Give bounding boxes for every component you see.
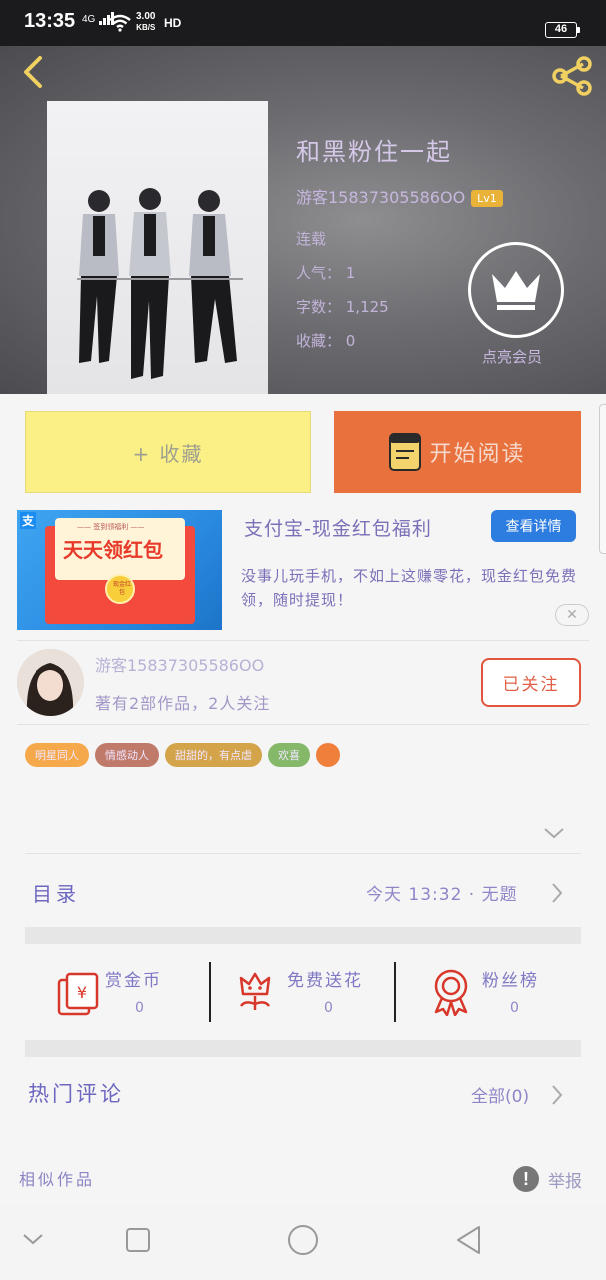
- tag-more-dot[interactable]: [316, 743, 340, 767]
- network-speed-value: 3.00: [136, 11, 156, 22]
- send-flowers-action[interactable]: 免费送花 0: [235, 962, 385, 1022]
- author-stats: 著有2部作品，2人关注: [95, 694, 271, 713]
- battery-icon: 46: [545, 22, 577, 38]
- chevron-right-icon[interactable]: [550, 882, 564, 904]
- start-reading-button[interactable]: 开始阅读: [334, 411, 581, 493]
- chevron-right-icon[interactable]: [550, 1084, 564, 1106]
- red-envelope-icon: ¥: [57, 972, 99, 1016]
- reward-coins-action[interactable]: ¥ 赏金币 0: [55, 962, 195, 1022]
- back-icon[interactable]: [454, 1224, 482, 1256]
- share-icon[interactable]: [549, 56, 595, 96]
- divider: [209, 962, 211, 1022]
- network-type: 4G: [82, 14, 96, 25]
- ad-ribbon: —— 签到领福利 ——: [77, 523, 145, 531]
- book-favorites: 收藏： 0: [296, 332, 356, 350]
- tag-chip[interactable]: 欢喜: [268, 743, 310, 767]
- divider: [394, 962, 396, 1022]
- back-arrow-icon[interactable]: [16, 54, 52, 90]
- reward-coins-label: 赏金币: [105, 971, 162, 991]
- tag-chip[interactable]: 明星同人: [25, 743, 89, 767]
- vip-label[interactable]: 点亮会员: [482, 346, 542, 367]
- follow-button[interactable]: 已关注: [481, 658, 581, 707]
- tag-chip[interactable]: 情感动人: [95, 743, 159, 767]
- start-reading-label: 开始阅读: [429, 442, 526, 467]
- network-speed: 3.00 KB/S: [136, 11, 155, 33]
- wifi-icon: [109, 14, 131, 32]
- award-medal-icon: [434, 969, 468, 1016]
- home-icon[interactable]: [287, 1224, 319, 1256]
- collect-button[interactable]: + 收藏: [25, 411, 311, 493]
- cover-figures: [77, 188, 243, 379]
- nav-collapse-icon[interactable]: [22, 1232, 44, 1246]
- section-separator: [25, 1040, 581, 1057]
- book-icon: [389, 433, 422, 471]
- fan-ranking-label: 粉丝榜: [482, 971, 539, 991]
- network-speed-unit: KB/S: [136, 23, 156, 32]
- book-header: 和黑粉住一起 游客15837305586OO Lv1 连载 人气： 1 字数： 1…: [0, 46, 606, 394]
- book-popularity: 人气： 1: [296, 264, 356, 282]
- battery-cap: [577, 27, 580, 33]
- book-author-line[interactable]: 游客15837305586OO Lv1: [296, 184, 503, 208]
- vip-crown-button[interactable]: [468, 242, 564, 338]
- alipay-logo: 支: [20, 512, 37, 529]
- system-nav-bar: [0, 1204, 606, 1280]
- catalog-label[interactable]: 目录: [32, 878, 80, 907]
- send-flowers-count: 0: [324, 1000, 333, 1016]
- reward-coins-count: 0: [135, 1000, 144, 1016]
- status-time: 13:35: [24, 10, 76, 32]
- latest-chapter[interactable]: 今天 13:32 · 无题: [366, 880, 518, 905]
- send-flowers-label: 免费送花: [287, 971, 363, 991]
- author-name[interactable]: 游客15837305586OO: [95, 652, 264, 676]
- all-comments-link[interactable]: 全部(0): [471, 1082, 529, 1107]
- book-word-count: 字数： 1,125: [296, 298, 389, 316]
- flower-icon: [239, 972, 271, 1010]
- fan-ranking-action[interactable]: 粉丝榜 0: [430, 962, 580, 1022]
- ad-title[interactable]: 支付宝-现金红包福利: [244, 514, 432, 541]
- ad-close-button[interactable]: ✕: [555, 604, 589, 626]
- ad-description[interactable]: 没事儿玩手机，不如上这赚零花，现金红包免费领，随时提现！: [241, 564, 581, 612]
- battery-level: 46: [554, 23, 568, 35]
- tag-chip[interactable]: 甜甜的，有点虐: [165, 743, 262, 767]
- hot-comments-label: 热门评论: [28, 1082, 124, 1106]
- ad-banner-text: 天天领红包: [63, 538, 163, 562]
- ad-coin: 现金红包: [105, 574, 135, 604]
- divider: [17, 724, 589, 725]
- level-badge: Lv1: [471, 190, 503, 207]
- ad-detail-button[interactable]: 查看详情: [491, 510, 576, 542]
- divider: [17, 640, 589, 641]
- hd-indicator: HD: [164, 16, 182, 30]
- avatar-image: [17, 649, 84, 716]
- tag-list: 明星同人 情感动人 甜甜的，有点虐 欢喜: [25, 743, 340, 767]
- section-separator: [25, 927, 581, 944]
- fan-ranking-count: 0: [510, 1000, 519, 1016]
- report-button[interactable]: 举报: [548, 1167, 582, 1192]
- similar-works-label[interactable]: 相似作品: [19, 1166, 95, 1190]
- ad-banner-image[interactable]: 支 —— 签到领福利 —— 天天领红包 现金红包: [17, 510, 222, 630]
- alert-icon[interactable]: !: [513, 1166, 539, 1192]
- book-cover-image[interactable]: [47, 101, 268, 394]
- ad-coin-text: 现金红包: [112, 581, 131, 596]
- book-status: 连载: [296, 230, 327, 248]
- avatar[interactable]: [17, 649, 84, 716]
- book-title: 和黑粉住一起: [296, 138, 452, 166]
- expand-chevron-icon[interactable]: [543, 826, 565, 840]
- book-author[interactable]: 游客15837305586OO: [296, 188, 465, 207]
- divider: [25, 853, 581, 854]
- svg-text:¥: ¥: [77, 983, 87, 1002]
- crown-icon: [492, 271, 540, 310]
- recent-apps-icon[interactable]: [125, 1227, 151, 1253]
- side-scroll-handle[interactable]: [599, 404, 606, 554]
- status-bar: 13:35 4G 3.00 KB/S HD 46: [0, 0, 606, 46]
